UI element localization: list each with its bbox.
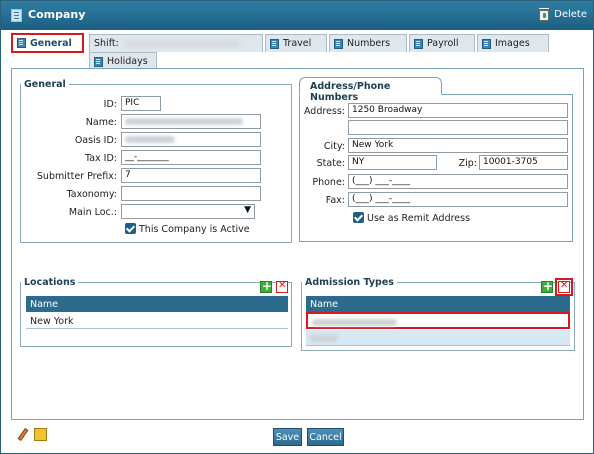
tab-icon (482, 38, 491, 49)
city-field[interactable]: New York (348, 138, 568, 153)
tab-images[interactable]: Images (477, 34, 549, 52)
name-redacted (125, 118, 243, 125)
submitter-prefix-field[interactable]: 7 (121, 168, 261, 183)
tab-icon (334, 38, 343, 49)
note-icon[interactable] (34, 428, 47, 441)
taxonomy-field[interactable] (121, 186, 261, 201)
tab-payroll[interactable]: Payroll (409, 34, 475, 52)
tab-shift-label: Shift: (94, 38, 119, 49)
admission-type-row-selected[interactable] (306, 312, 570, 329)
tax-id-field[interactable]: __-_______ (121, 150, 261, 165)
taxonomy-label: Taxonomy: (66, 189, 117, 200)
fax-field[interactable]: (___) ___-____ (348, 192, 568, 207)
fax-label: Fax: (325, 195, 345, 206)
address-line1-field[interactable]: 1250 Broadway (348, 103, 568, 118)
tab-travel-label: Travel (283, 38, 312, 49)
locations-section: Locations (20, 277, 292, 347)
name-field[interactable] (121, 114, 261, 129)
state-label: State: (316, 158, 345, 169)
tab-images-label: Images (495, 38, 530, 49)
remit-checkbox[interactable] (353, 212, 364, 223)
main-loc-label: Main Loc.: (68, 207, 117, 218)
city-label: City: (323, 141, 345, 152)
add-admission-type-button[interactable] (541, 279, 553, 293)
id-field[interactable]: PIC (121, 96, 161, 111)
general-legend: General (24, 79, 66, 90)
tab-icon (270, 38, 279, 49)
active-checkbox-label: This Company is Active (139, 224, 250, 235)
tab-icon (414, 38, 423, 49)
tab-shift[interactable]: Shift: (89, 34, 263, 52)
oasis-id-label: Oasis ID: (74, 135, 117, 146)
add-location-button[interactable] (260, 279, 272, 293)
tab-holidays-label: Holidays (107, 56, 148, 67)
address-label: Address: (303, 106, 345, 117)
delete-button[interactable]: Delete (537, 6, 587, 22)
title-bar: Company Delete (1, 1, 593, 30)
tab-icon (94, 56, 103, 67)
submitter-prefix-label: Submitter Prefix: (36, 171, 117, 182)
tab-icon (17, 38, 26, 48)
window-title: Company (28, 8, 86, 21)
admission-types-legend: Admission Types (305, 277, 394, 288)
locations-legend: Locations (24, 277, 76, 288)
tab-general-label: General (30, 37, 72, 49)
phone-label: Phone: (312, 177, 345, 188)
tab-address-phone[interactable]: Address/Phone Numbers (299, 77, 442, 103)
admission-type-redacted (310, 335, 338, 342)
save-button[interactable]: Save (273, 428, 302, 446)
location-row[interactable]: New York (26, 313, 288, 329)
tab-travel[interactable]: Travel (265, 34, 327, 52)
delete-location-button[interactable] (276, 280, 288, 293)
state-field[interactable]: NY (348, 155, 437, 170)
tab-numbers[interactable]: Numbers (329, 34, 407, 52)
company-icon (11, 9, 22, 22)
main-loc-select[interactable]: ▼ (121, 204, 255, 219)
tab-general[interactable]: General (11, 33, 84, 53)
id-label: ID: (103, 99, 117, 110)
shift-value-redacted (124, 39, 240, 48)
cancel-button[interactable]: Cancel (307, 428, 344, 446)
zip-label: Zip: (458, 158, 477, 169)
tab-payroll-label: Payroll (427, 38, 459, 49)
admission-type-redacted (312, 319, 397, 326)
delete-admission-type-button[interactable] (558, 280, 570, 293)
phone-field[interactable]: (___) ___-____ (348, 174, 568, 189)
chevron-down-icon: ▼ (244, 205, 251, 215)
tab-numbers-label: Numbers (347, 38, 391, 49)
remit-checkbox-label: Use as Remit Address (367, 213, 471, 224)
name-label: Name: (85, 117, 117, 128)
admission-type-row[interactable] (306, 330, 570, 346)
address-line2-field[interactable] (348, 120, 568, 135)
admission-types-header: Name (306, 296, 570, 312)
oasis-id-redacted (125, 136, 175, 143)
zip-field[interactable]: 10001-3705 (479, 155, 568, 170)
tax-id-label: Tax ID: (84, 153, 117, 164)
active-checkbox[interactable] (125, 223, 136, 234)
delete-label: Delete (554, 8, 587, 20)
trash-icon (537, 6, 551, 22)
locations-header: Name (26, 296, 288, 312)
company-window: Company Delete General Shift: Travel Num… (0, 0, 594, 454)
edit-pencil-icon[interactable] (16, 428, 30, 442)
oasis-id-field[interactable] (121, 132, 261, 147)
